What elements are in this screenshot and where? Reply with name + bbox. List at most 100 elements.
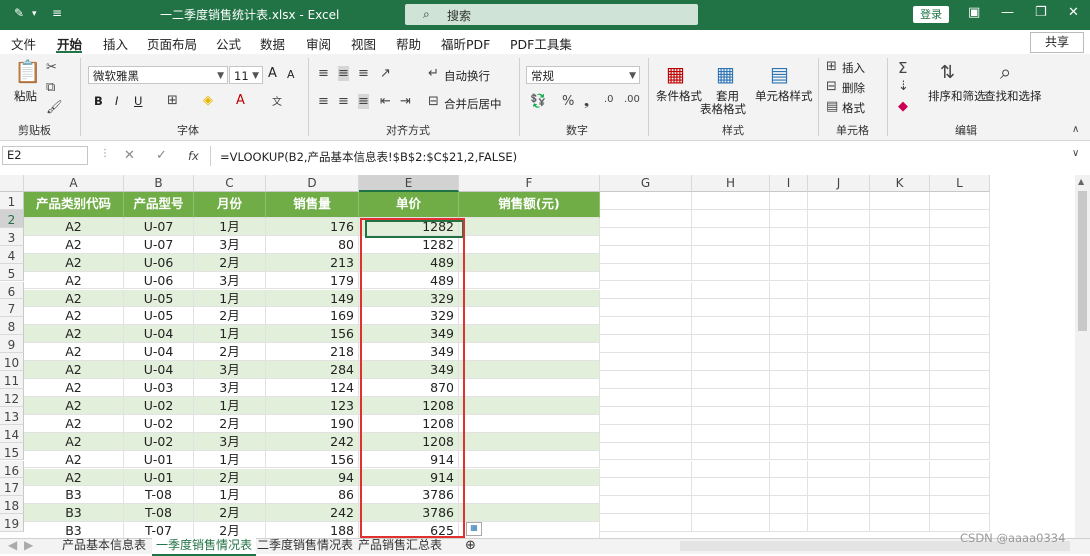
empty-cell[interactable] <box>770 460 808 479</box>
empty-cell[interactable] <box>770 245 808 264</box>
empty-cell[interactable] <box>930 496 990 515</box>
enter-icon[interactable]: ✓ <box>156 148 167 163</box>
comma-icon[interactable]: ❟ <box>584 94 589 109</box>
column-header-a[interactable]: A <box>24 175 124 192</box>
empty-cell[interactable] <box>692 335 770 354</box>
italic-button[interactable]: I <box>115 94 118 108</box>
table-cell[interactable]: A2 <box>24 414 124 433</box>
column-header-h[interactable]: H <box>692 175 770 192</box>
table-cell[interactable] <box>459 432 600 451</box>
table-cell[interactable]: A2 <box>24 325 124 344</box>
empty-cell[interactable] <box>808 335 870 354</box>
table-cell[interactable]: U-05 <box>124 307 194 326</box>
table-cell[interactable] <box>459 414 600 433</box>
autosave-icon[interactable]: ✎ <box>14 6 24 20</box>
table-cell[interactable]: 3月 <box>194 235 266 254</box>
empty-cell[interactable] <box>870 478 930 497</box>
empty-cell[interactable] <box>870 192 930 210</box>
empty-cell[interactable] <box>870 263 930 282</box>
search-box[interactable]: ⌕ 搜索 <box>405 4 698 25</box>
empty-cell[interactable] <box>870 514 930 533</box>
percent-icon[interactable]: % <box>562 94 574 109</box>
row-header[interactable]: 17 <box>0 478 24 497</box>
empty-cell[interactable] <box>930 227 990 246</box>
name-box[interactable]: E2 <box>2 146 88 165</box>
table-cell[interactable]: U-05 <box>124 289 194 308</box>
number-format-select[interactable]: 常规 ▼ <box>526 66 640 84</box>
table-cell[interactable]: A2 <box>24 289 124 308</box>
align-center-icon[interactable]: ≡ <box>338 94 349 109</box>
table-cell[interactable]: 3月 <box>194 271 266 290</box>
table-cell[interactable]: 179 <box>266 271 359 290</box>
orientation-icon[interactable]: ↗ <box>380 66 391 81</box>
row-header[interactable]: 11 <box>0 371 24 389</box>
empty-cell[interactable] <box>770 192 808 210</box>
empty-cell[interactable] <box>600 317 692 336</box>
sheet-tab-active[interactable]: 一季度销售情况表 <box>152 538 257 556</box>
empty-cell[interactable] <box>930 460 990 479</box>
table-cell[interactable]: A2 <box>24 343 124 362</box>
empty-cell[interactable] <box>770 353 808 371</box>
empty-cell[interactable] <box>870 353 930 371</box>
table-cell[interactable]: A2 <box>24 271 124 290</box>
empty-cell[interactable] <box>600 388 692 407</box>
row-header[interactable]: 3 <box>0 227 24 246</box>
find-select-button[interactable]: 查找和选择 <box>984 88 1042 104</box>
table-cell[interactable]: U-01 <box>124 450 194 469</box>
underline-button[interactable]: U <box>134 94 142 108</box>
cut-icon[interactable]: ✂ <box>46 60 57 75</box>
table-cell[interactable]: A2 <box>24 361 124 379</box>
row-header[interactable]: 13 <box>0 406 24 425</box>
empty-cell[interactable] <box>692 406 770 425</box>
column-header-l[interactable]: L <box>930 175 990 192</box>
empty-cell[interactable] <box>870 371 930 389</box>
empty-cell[interactable] <box>600 245 692 264</box>
empty-cell[interactable] <box>930 406 990 425</box>
font-size-select[interactable]: 11 ▼ <box>229 66 263 84</box>
table-cell[interactable] <box>459 253 600 272</box>
empty-cell[interactable] <box>930 192 990 210</box>
conditional-format-icon[interactable]: ▦ <box>666 62 685 86</box>
menu-view[interactable]: 视图 <box>351 34 376 53</box>
table-cell[interactable]: 124 <box>266 379 359 397</box>
table-cell[interactable]: 1月 <box>194 289 266 308</box>
empty-cell[interactable] <box>870 424 930 443</box>
table-cell[interactable] <box>459 343 600 362</box>
empty-cell[interactable] <box>600 281 692 300</box>
select-all-corner[interactable] <box>0 175 24 192</box>
column-header-j[interactable]: J <box>808 175 870 192</box>
next-sheet-icon[interactable]: ▶ <box>24 538 33 554</box>
empty-cell[interactable] <box>692 371 770 389</box>
empty-cell[interactable] <box>808 406 870 425</box>
find-select-icon[interactable]: ⌕ <box>1000 60 1011 84</box>
font-name-select[interactable]: 微软雅黑 ▼ <box>88 66 228 84</box>
empty-cell[interactable] <box>808 209 870 228</box>
table-cell[interactable]: T-08 <box>124 504 194 523</box>
align-bottom-icon[interactable]: ≡ <box>358 66 369 81</box>
align-right-icon[interactable]: ≡ <box>358 94 369 109</box>
empty-cell[interactable] <box>930 388 990 407</box>
empty-cell[interactable] <box>600 460 692 479</box>
empty-cell[interactable] <box>930 371 990 389</box>
cancel-icon[interactable]: ✕ <box>124 148 135 163</box>
grow-font-button[interactable]: A <box>268 66 277 81</box>
header-cell[interactable]: 销售量 <box>266 192 359 218</box>
empty-cell[interactable] <box>692 281 770 300</box>
wrap-text-button[interactable]: 自动换行 <box>444 68 490 84</box>
collapse-ribbon-icon[interactable]: ∧ <box>1072 124 1079 135</box>
empty-cell[interactable] <box>600 478 692 497</box>
row-header[interactable]: 6 <box>0 281 24 300</box>
empty-cell[interactable] <box>870 281 930 300</box>
empty-cell[interactable] <box>808 245 870 264</box>
row-header[interactable]: 1 <box>0 192 24 210</box>
row-header[interactable]: 7 <box>0 299 24 318</box>
empty-cell[interactable] <box>692 353 770 371</box>
empty-cell[interactable] <box>808 353 870 371</box>
autosum-icon[interactable]: Σ <box>898 59 907 77</box>
empty-cell[interactable] <box>770 424 808 443</box>
empty-cell[interactable] <box>600 514 692 533</box>
empty-cell[interactable] <box>870 388 930 407</box>
table-cell[interactable]: A2 <box>24 379 124 397</box>
table-cell[interactable] <box>459 217 600 236</box>
table-cell[interactable]: 1月 <box>194 396 266 415</box>
